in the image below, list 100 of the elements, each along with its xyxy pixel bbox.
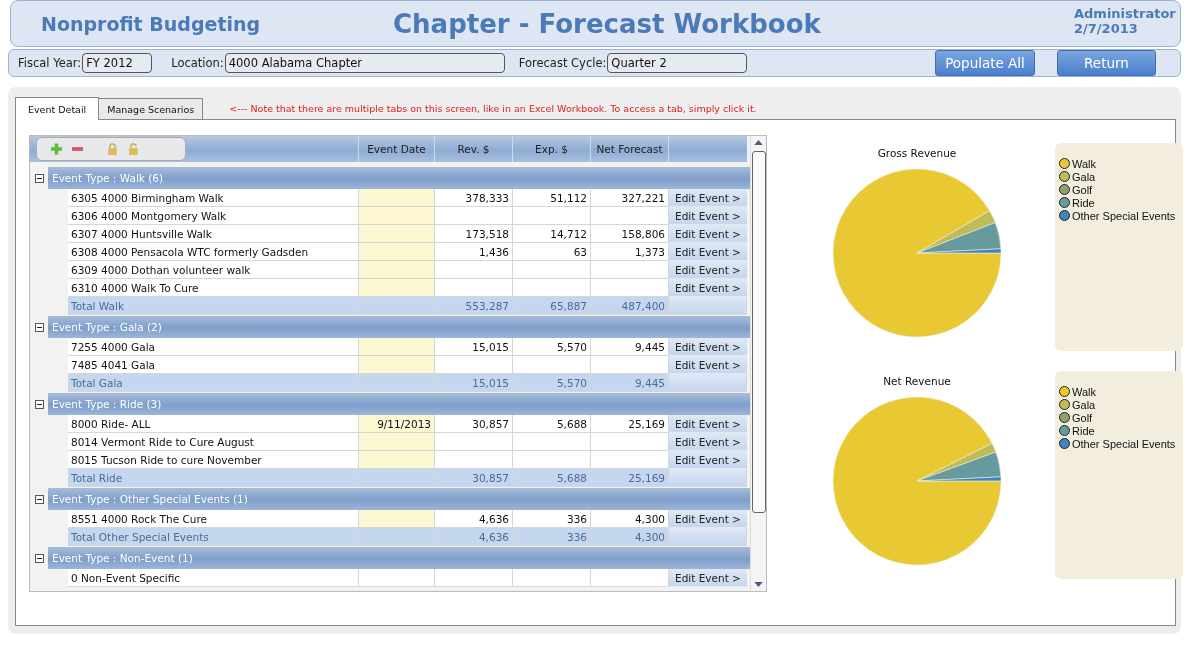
edit-event-button[interactable]: Edit Event >	[669, 261, 747, 279]
table-cell: 553,287	[435, 297, 513, 315]
legend-label: Ride	[1072, 196, 1095, 209]
table-cell[interactable]	[359, 510, 435, 528]
table-cell[interactable]	[359, 225, 435, 243]
table-cell: 4,300	[591, 510, 669, 528]
table-cell[interactable]	[359, 279, 435, 297]
table-cell: 4,300	[591, 528, 669, 546]
table-cell: 173,518	[435, 225, 513, 243]
legend-label: Other Special Events	[1072, 209, 1176, 222]
user-name: Administrator	[1074, 6, 1174, 21]
column-header[interactable]: Event Date	[359, 136, 435, 162]
edit-event-button[interactable]: Edit Event >	[669, 338, 747, 356]
chart-title: Net Revenue	[883, 375, 951, 387]
table-cell: 5,688	[513, 415, 591, 433]
table-cell: 0 Non-Event Specific	[68, 569, 359, 587]
edit-event-button[interactable]: Edit Event >	[669, 207, 747, 225]
unlock-icon[interactable]	[128, 143, 139, 155]
table-cell: 6305 4000 Birmingham Walk	[68, 189, 359, 207]
input-field[interactable]: Quarter 2	[607, 53, 748, 73]
field-label: Forecast Cycle:	[518, 56, 607, 70]
edit-event-button[interactable]: Edit Event >	[669, 415, 747, 433]
scrollbar[interactable]	[750, 136, 766, 591]
column-header[interactable]: Net Forecast	[591, 136, 669, 162]
input-field[interactable]: 4000 Alabama Chapter	[224, 53, 505, 73]
edit-event-button[interactable]: Edit Event >	[669, 510, 747, 528]
table-cell: 4,636	[435, 510, 513, 528]
table-cell: 15,015	[435, 338, 513, 356]
table-cell[interactable]	[359, 207, 435, 225]
tab[interactable]: Manage Scenarios	[98, 98, 204, 119]
column-header[interactable]: Rev. $	[435, 136, 513, 162]
column-header[interactable]: Exp. $	[513, 136, 591, 162]
table-cell: 6306 4000 Montgomery Walk	[68, 207, 359, 225]
table-cell[interactable]	[359, 433, 435, 451]
table-cell: 336	[513, 510, 591, 528]
page-title: Chapter - Forecast Workbook	[393, 8, 821, 39]
table-cell: 7255 4000 Gala	[68, 338, 359, 356]
table-cell: 6307 4000 Huntsville Walk	[68, 225, 359, 243]
field-label: Location:	[171, 56, 224, 70]
edit-event-button[interactable]: Edit Event >	[669, 356, 747, 374]
table-cell: 7485 4041 Gala	[68, 356, 359, 374]
table-cell: 5,570	[513, 374, 591, 392]
total-label: Total Gala	[68, 374, 359, 392]
chart-title: Gross Revenue	[877, 147, 957, 159]
table-cell: 8015 Tucson Ride to cure November	[68, 451, 359, 469]
tab[interactable]: Event Detail	[15, 97, 100, 120]
table-cell[interactable]	[359, 189, 435, 207]
edit-event-button[interactable]: Edit Event >	[669, 243, 747, 261]
table-cell: 158,806	[591, 225, 669, 243]
table-cell: 25,169	[591, 469, 669, 487]
table-cell: 5,570	[513, 338, 591, 356]
table-cell: 6310 4000 Walk To Cure	[68, 279, 359, 297]
legend-label: Other Special Events	[1072, 437, 1176, 450]
table-cell[interactable]	[359, 451, 435, 469]
legend-label: Walk	[1072, 157, 1097, 170]
table-cell: 65,887	[513, 297, 591, 315]
legend-label: Gala	[1072, 170, 1096, 183]
table-cell: 15,015	[435, 374, 513, 392]
table-cell[interactable]	[359, 243, 435, 261]
table-cell: 327,221	[591, 189, 669, 207]
edit-event-button[interactable]: Edit Event >	[669, 569, 747, 587]
total-label: Total Ride	[68, 469, 359, 487]
table-cell: 25,169	[591, 415, 669, 433]
edit-event-button[interactable]: Edit Event >	[669, 451, 747, 469]
edit-event-button[interactable]: Edit Event >	[669, 279, 747, 297]
table-cell[interactable]	[359, 338, 435, 356]
table-cell: 63	[513, 243, 591, 261]
field-label: Fiscal Year:	[18, 56, 82, 70]
hint-text: <--- Note that there are multiple tabs on this screen, like in an Excel Workbook. To access a tab, simply click it.	[229, 102, 757, 114]
table-cell: 378,333	[435, 189, 513, 207]
scroll-up-icon[interactable]	[754, 140, 763, 145]
current-date: 2/7/2013	[1074, 21, 1139, 36]
table-cell: 487,400	[591, 297, 669, 315]
scroll-down-icon[interactable]	[754, 582, 763, 587]
add-icon[interactable]	[51, 143, 62, 155]
table-cell: 336	[513, 528, 591, 546]
edit-event-button[interactable]: Edit Event >	[669, 225, 747, 243]
table-cell: 14,712	[513, 225, 591, 243]
table-cell: 9,445	[591, 338, 669, 356]
lock-icon[interactable]	[107, 143, 118, 155]
table-cell[interactable]	[359, 356, 435, 374]
table-cell: 8014 Vermont Ride to Cure August	[68, 433, 359, 451]
table-cell: 6308 4000 Pensacola WTC formerly Gadsden	[68, 243, 359, 261]
table-cell[interactable]: 9/11/2013	[359, 415, 435, 433]
edit-event-button[interactable]: Edit Event >	[669, 433, 747, 451]
legend-label: Walk	[1072, 385, 1097, 398]
total-label: Total Walk	[68, 297, 359, 315]
table-cell: 8551 4000 Rock The Cure	[68, 510, 359, 528]
scrollbar-thumb[interactable]	[751, 151, 766, 513]
table-cell: 8000 Ride- ALL	[68, 415, 359, 433]
table-cell: 5,688	[513, 469, 591, 487]
edit-event-button[interactable]: Edit Event >	[669, 189, 747, 207]
legend-label: Golf	[1072, 411, 1093, 424]
total-label: Total Other Special Events	[68, 528, 359, 546]
legend-label: Golf	[1072, 183, 1093, 196]
table-cell: 1,373	[591, 243, 669, 261]
table-cell: 51,112	[513, 189, 591, 207]
table-cell[interactable]	[359, 261, 435, 279]
legend-label: Ride	[1072, 424, 1095, 437]
input-field[interactable]: FY 2012	[82, 53, 153, 73]
